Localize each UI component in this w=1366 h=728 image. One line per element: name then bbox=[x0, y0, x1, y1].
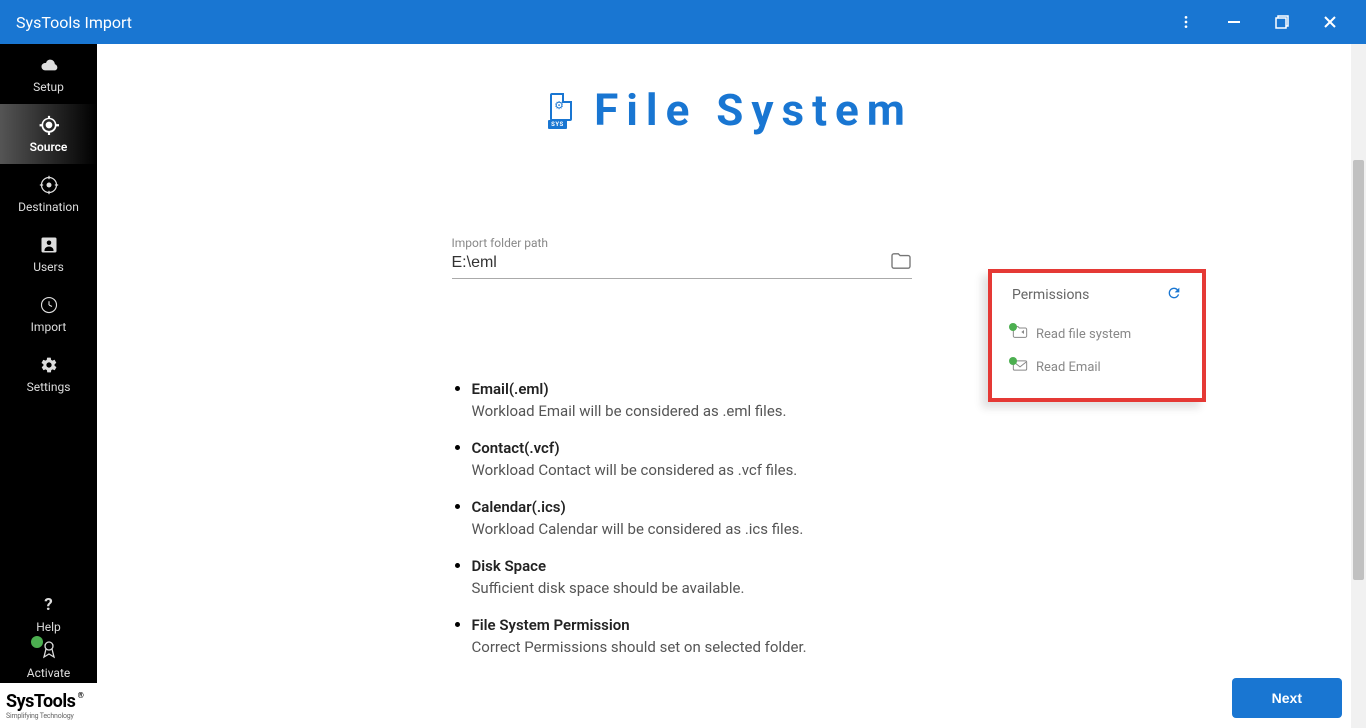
main-content: ⚙ SYS File System Import folder path bbox=[97, 44, 1366, 728]
list-item: Disk Space Sufficient disk space should … bbox=[472, 556, 1102, 597]
gear-icon bbox=[40, 354, 58, 376]
sidebar-item-users[interactable]: Users bbox=[0, 224, 97, 284]
minimize-button[interactable] bbox=[1214, 2, 1254, 42]
titlebar: SysTools Import bbox=[0, 0, 1366, 44]
sidebar-item-label: Source bbox=[30, 140, 68, 154]
permission-item: Read file system bbox=[996, 317, 1198, 351]
list-item: Contact(.vcf) Workload Contact will be c… bbox=[472, 438, 1102, 479]
import-folder-path-input[interactable] bbox=[452, 254, 880, 272]
page-title: File System bbox=[594, 84, 913, 136]
sidebar-item-label: Help bbox=[36, 620, 61, 634]
list-item: Calendar(.ics) Workload Calendar will be… bbox=[472, 497, 1102, 538]
sidebar-item-label: Import bbox=[31, 320, 67, 334]
mail-icon bbox=[1012, 359, 1028, 376]
file-system-icon: ⚙ SYS bbox=[550, 93, 578, 127]
cloud-icon bbox=[39, 54, 59, 76]
footer: Next bbox=[97, 668, 1366, 728]
window-controls bbox=[1166, 2, 1350, 42]
input-label: Import folder path bbox=[452, 236, 1102, 250]
sidebar-item-source[interactable]: Source bbox=[0, 104, 97, 164]
sidebar: Setup Source Destination Users bbox=[0, 44, 97, 728]
folder-icon bbox=[890, 252, 912, 270]
sidebar-item-import[interactable]: Import bbox=[0, 284, 97, 344]
maximize-button[interactable] bbox=[1262, 2, 1302, 42]
sidebar-item-label: Settings bbox=[27, 380, 71, 394]
folder-share-icon bbox=[1012, 325, 1028, 343]
target-icon bbox=[39, 114, 59, 136]
sidebar-item-destination[interactable]: Destination bbox=[0, 164, 97, 224]
location-icon bbox=[39, 174, 59, 196]
app-title: SysTools Import bbox=[16, 13, 1166, 32]
permission-item: Read Email bbox=[996, 351, 1198, 384]
sidebar-item-label: Users bbox=[33, 260, 64, 274]
close-button[interactable] bbox=[1310, 2, 1350, 42]
page-header: ⚙ SYS File System bbox=[197, 84, 1266, 136]
scrollbar[interactable] bbox=[1351, 44, 1366, 728]
refresh-permissions-button[interactable] bbox=[1166, 285, 1182, 305]
sidebar-item-label: Activate bbox=[27, 666, 71, 680]
description-list: Email(.eml) Workload Email will be consi… bbox=[452, 379, 1102, 656]
sidebar-item-settings[interactable]: Settings bbox=[0, 344, 97, 404]
scrollbar-thumb[interactable] bbox=[1353, 160, 1364, 580]
clock-icon bbox=[40, 294, 58, 316]
sidebar-item-label: Destination bbox=[18, 200, 79, 214]
list-item: File System Permission Correct Permissio… bbox=[472, 615, 1102, 656]
more-vert-icon[interactable] bbox=[1166, 2, 1206, 42]
badge-icon bbox=[41, 640, 57, 662]
next-button[interactable]: Next bbox=[1232, 678, 1342, 718]
help-icon: ? bbox=[44, 594, 52, 616]
permissions-card: Permissions Read file system Read Email bbox=[988, 269, 1206, 402]
sidebar-item-label: Setup bbox=[33, 80, 64, 94]
sidebar-item-setup[interactable]: Setup bbox=[0, 44, 97, 104]
browse-folder-button[interactable] bbox=[890, 252, 912, 274]
permission-label: Read Email bbox=[1036, 360, 1101, 375]
brand-logo: SysTools Simplifying Technology bbox=[0, 683, 97, 728]
user-icon bbox=[40, 234, 58, 256]
refresh-icon bbox=[1166, 285, 1182, 301]
permissions-title: Permissions bbox=[1012, 287, 1089, 303]
sidebar-item-activate[interactable]: Activate bbox=[0, 637, 97, 683]
permission-label: Read file system bbox=[1036, 327, 1131, 342]
sidebar-item-help[interactable]: ? Help bbox=[0, 591, 97, 637]
